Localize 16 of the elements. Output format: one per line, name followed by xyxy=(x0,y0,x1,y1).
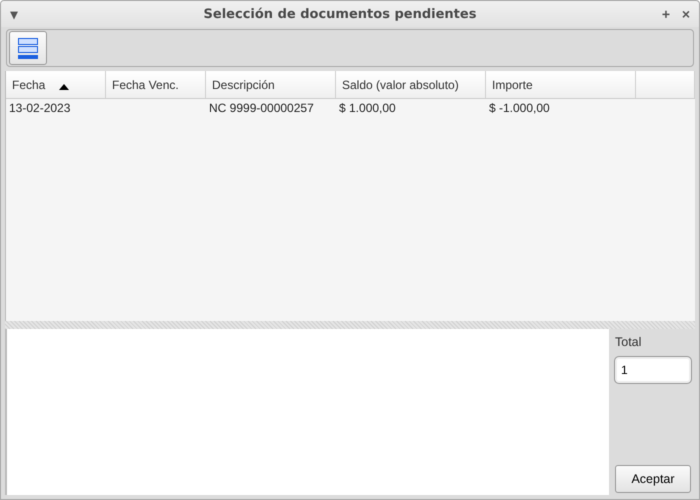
column-header[interactable]: Fecha xyxy=(6,71,106,98)
column-header[interactable]: Saldo (valor absoluto) xyxy=(336,71,486,98)
column-header[interactable]: Fecha Venc. xyxy=(106,71,206,98)
table-cell: $ 1.000,00 xyxy=(339,101,396,115)
total-label: Total xyxy=(615,335,642,349)
total-field[interactable]: 1 xyxy=(615,357,691,383)
window-menu-button[interactable]: ▾ xyxy=(5,6,23,22)
window-button[interactable]: × xyxy=(677,6,695,22)
table-cell: 13-02-2023 xyxy=(9,101,70,115)
window-title: Selección de documentos pendientes xyxy=(202,6,478,22)
table-cell: NC 9999-00000257 xyxy=(209,101,314,115)
column-header[interactable]: Importe xyxy=(486,71,636,98)
window-button[interactable]: + xyxy=(657,6,675,22)
column-header[interactable]: Descripción xyxy=(206,71,336,98)
table-cell: $ -1.000,00 xyxy=(489,101,550,115)
accept-button[interactable]: Aceptar xyxy=(615,465,691,493)
